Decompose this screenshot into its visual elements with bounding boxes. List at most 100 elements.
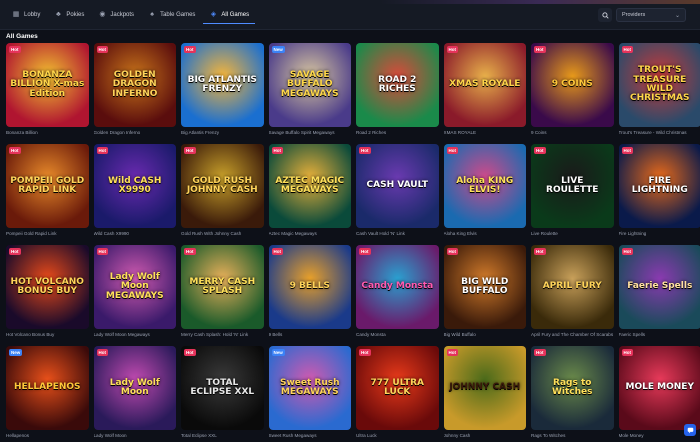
hot-badge: Hot	[534, 248, 546, 255]
game-tile[interactable]: Hot XMAS ROYALE XMAS ROYALE	[443, 43, 526, 137]
game-thumbnail[interactable]: Hot BIG ATLANTIS FRENZY	[181, 43, 264, 127]
game-thumbnail[interactable]: Hot MOLE MONEY	[618, 346, 700, 430]
game-thumbnail[interactable]: Hot Aloha KING ELVIS!	[443, 144, 526, 228]
hot-badge: Hot	[621, 46, 633, 53]
game-logo: HOT VOLCANO BONUS BUY	[10, 276, 84, 296]
game-thumbnail[interactable]: Hot Rags to Witches	[531, 346, 614, 430]
game-tile[interactable]: Hot JOHNNY CASH Johnny Cash	[443, 346, 526, 440]
game-name: Pompeii Gold Rapid Link	[6, 231, 57, 236]
game-tile[interactable]: Hot Rags to Witches Rags To Witches	[531, 346, 614, 440]
game-tile[interactable]: ROAD 2 RICHES Road 2 Riches	[356, 43, 439, 137]
lobby-icon: ▦	[12, 11, 20, 18]
providers-dropdown[interactable]: Providers ⌄	[616, 8, 686, 22]
tab-pokies[interactable]: ♣ Pokies	[48, 6, 90, 24]
game-thumbnail[interactable]: Hot JOHNNY CASH	[443, 346, 526, 430]
game-tile[interactable]: Hot POMPEII GOLD RAPID LINK Pompeii Gold R…	[6, 144, 89, 238]
game-tile[interactable]: New Sweet Rush MEGAWAYS Sweet Rush Megaway…	[268, 346, 351, 440]
game-name: Lady Wolf Moon Megaways	[93, 332, 150, 337]
game-tile[interactable]: Hot Wild CASH X9990 Wild Cash X9990	[93, 144, 176, 238]
game-thumbnail[interactable]: Hot TOTAL ECLIPSE XXL	[181, 346, 264, 430]
hot-badge: Hot	[96, 248, 108, 255]
game-tile[interactable]: Hot 777 ULTRA LUCK Ultra Luck	[356, 346, 439, 440]
game-thumbnail[interactable]: Hot 9 COINS	[531, 43, 614, 127]
game-thumbnail[interactable]: Hot BONANZA BILLION X-mas Edition	[6, 43, 89, 127]
game-tile[interactable]: Hot APRIL FURY April Fury and The Chamber …	[531, 245, 614, 339]
game-thumbnail[interactable]: Hot TROUT'S TREASURE WILD CHRISTMAS	[618, 43, 700, 127]
chat-button[interactable]	[684, 424, 696, 436]
hot-badge: Hot	[359, 147, 371, 154]
game-name: Hellapenos	[6, 433, 29, 438]
game-tile[interactable]: Hot BONANZA BILLION X-mas Edition Bonanza …	[6, 43, 89, 137]
hot-badge: Hot	[96, 349, 108, 356]
game-thumbnail[interactable]: ROAD 2 RICHES	[356, 43, 439, 127]
game-name: Aloha King Elvis	[443, 231, 477, 236]
game-thumbnail[interactable]: Hot 777 ULTRA LUCK	[356, 346, 439, 430]
search-button[interactable]	[598, 8, 612, 22]
game-tile[interactable]: Hot MERRY CASH SPLASH Merry Cash Splash: H…	[181, 245, 264, 339]
game-thumbnail[interactable]: New HELLAPENOS	[6, 346, 89, 430]
game-tile[interactable]: Hot Lady Wolf Moon Lady Wolf Moon	[93, 346, 176, 440]
game-tile[interactable]: Hot Aloha KING ELVIS! Aloha King Elvis	[443, 144, 526, 238]
game-thumbnail[interactable]: Hot XMAS ROYALE	[443, 43, 526, 127]
new-badge: New	[271, 46, 285, 53]
hot-badge: Hot	[271, 147, 283, 154]
game-tile[interactable]: Hot 9 COINS 9 Coins	[531, 43, 614, 137]
game-tile[interactable]: Hot GOLDEN DRAGON INFERNO Golden Dragon In…	[93, 43, 176, 137]
game-tile[interactable]: Hot Lady Wolf Moon MEGAWAYS Lady Wolf Moon…	[93, 245, 176, 339]
game-thumbnail[interactable]: Hot AZTEC MAGIC MEGAWAYS	[268, 144, 351, 228]
game-thumbnail[interactable]: Hot GOLD RUSH JOHNNY CASH	[181, 144, 264, 228]
pokies-icon: ♣	[56, 11, 61, 18]
game-tile[interactable]: Hot BIG ATLANTIS FRENZY Big Atlantis Frenz…	[181, 43, 264, 137]
game-thumbnail[interactable]: Hot FIRE LIGHTNING	[618, 144, 700, 228]
tab-jackpots[interactable]: ◉ Jackpots	[92, 6, 140, 24]
hot-badge: Hot	[621, 147, 633, 154]
game-tile[interactable]: Hot BIG WILD BUFFALO Big Wild Buffalo	[443, 245, 526, 339]
tab-table-games[interactable]: ♠ Table Games	[142, 6, 201, 24]
game-tile[interactable]: Hot 9 BELLS 9 Bells	[268, 245, 351, 339]
game-logo: 9 COINS	[551, 79, 593, 90]
game-tile[interactable]: Hot TOTAL ECLIPSE XXL Total Eclipse XXL	[181, 346, 264, 440]
game-thumbnail[interactable]: Hot POMPEII GOLD RAPID LINK	[6, 144, 89, 228]
game-logo: FIRE LIGHTNING	[631, 175, 688, 195]
game-tile[interactable]: Hot Candy Monsta Candy Monsta	[356, 245, 439, 339]
game-name: Merry Cash Splash: Hold 'N' Link	[181, 332, 249, 337]
game-logo: 777 ULTRA LUCK	[370, 377, 424, 397]
game-thumbnail[interactable]: Hot BIG WILD BUFFALO	[443, 245, 526, 329]
game-thumbnail[interactable]: Hot Lady Wolf Moon MEGAWAYS	[93, 245, 176, 329]
game-name: Rags To Witches	[531, 433, 566, 438]
game-name: Faeric Spells	[618, 332, 646, 337]
tab-lobby[interactable]: ▦ Lobby	[6, 6, 46, 24]
game-name: XMAS ROYALE	[443, 130, 477, 135]
game-thumbnail[interactable]: Hot HOT VOLCANO BONUS BUY	[6, 245, 89, 329]
game-thumbnail[interactable]: Hot Wild CASH X9990	[93, 144, 176, 228]
game-thumbnail[interactable]: Hot Faerie Spells	[618, 245, 700, 329]
game-thumbnail[interactable]: New SAVAGE BUFFALO MEGAWAYS	[268, 43, 351, 127]
game-tile[interactable]: Hot Faerie Spells Faeric Spells	[618, 245, 700, 339]
game-thumbnail[interactable]: Hot LIVE ROULETTE	[531, 144, 614, 228]
game-tile[interactable]: Hot CASH VAULT Cash Vault Hold 'N' Link	[356, 144, 439, 238]
game-name: 9 Coins	[531, 130, 547, 135]
game-thumbnail[interactable]: Hot GOLDEN DRAGON INFERNO	[93, 43, 176, 127]
game-tile[interactable]: Hot GOLD RUSH JOHNNY CASH Gold Rush With J…	[181, 144, 264, 238]
game-tile[interactable]: Hot LIVE ROULETTE Live Roulette	[531, 144, 614, 238]
game-name: Johnny Cash	[443, 433, 471, 438]
game-thumbnail[interactable]: Hot Candy Monsta	[356, 245, 439, 329]
game-logo: Rags to Witches	[551, 377, 593, 397]
game-thumbnail[interactable]: Hot APRIL FURY	[531, 245, 614, 329]
game-tile[interactable]: Hot AZTEC MAGIC MEGAWAYS Aztec Magic Megaw…	[268, 144, 351, 238]
game-thumbnail[interactable]: Hot Lady Wolf Moon	[93, 346, 176, 430]
game-logo: AZTEC MAGIC MEGAWAYS	[275, 175, 345, 195]
game-thumbnail[interactable]: New Sweet Rush MEGAWAYS	[268, 346, 351, 430]
hot-badge: Hot	[184, 248, 196, 255]
tab-all-games[interactable]: ◈ All Games	[203, 6, 256, 24]
game-tile[interactable]: Hot FIRE LIGHTNING Fire Lightning	[618, 144, 700, 238]
game-thumbnail[interactable]: Hot MERRY CASH SPLASH	[181, 245, 264, 329]
game-tile[interactable]: New SAVAGE BUFFALO MEGAWAYS Savage Buffalo…	[268, 43, 351, 137]
game-thumbnail[interactable]: Hot CASH VAULT	[356, 144, 439, 228]
game-tile[interactable]: New HELLAPENOS Hellapenos	[6, 346, 89, 440]
game-logo: POMPEII GOLD RAPID LINK	[10, 175, 85, 195]
game-thumbnail[interactable]: Hot 9 BELLS	[268, 245, 351, 329]
game-tile[interactable]: Hot HOT VOLCANO BONUS BUY Hot Volcano Bonu…	[6, 245, 89, 339]
game-tile[interactable]: Hot TROUT'S TREASURE WILD CHRISTMAS Trout'…	[618, 43, 700, 137]
tab-label: Jackpots	[110, 12, 135, 18]
